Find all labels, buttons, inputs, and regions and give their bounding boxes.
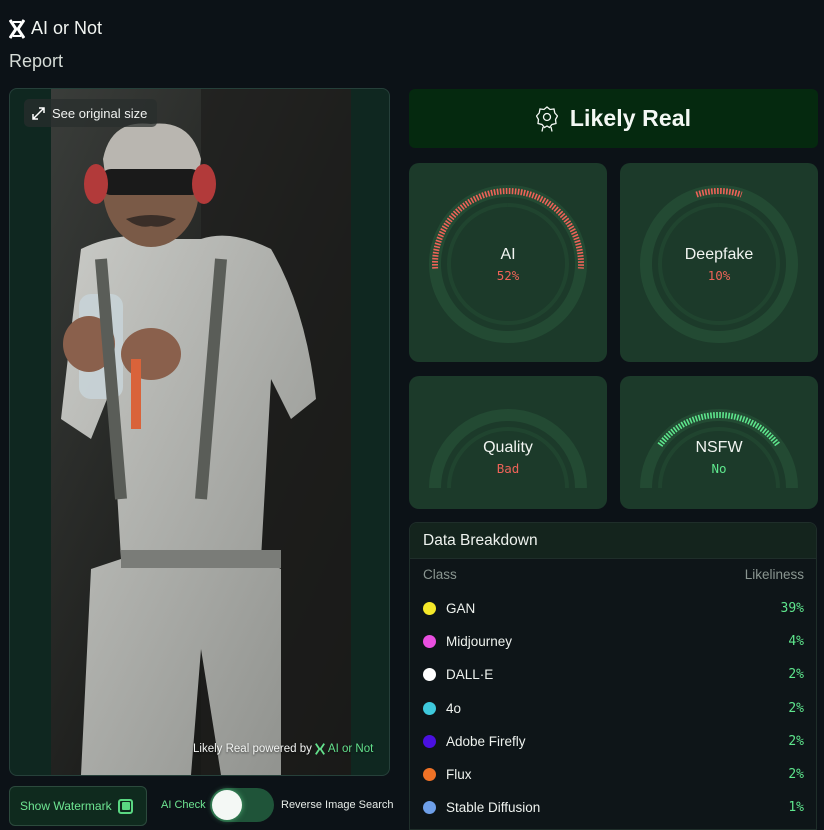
- class-likeliness: 1%: [788, 800, 804, 816]
- watermark-brand: AI or Not: [314, 743, 374, 755]
- gauge-card-ai: AI 52%: [409, 163, 607, 362]
- watermark-brand-name: AI or Not: [327, 743, 374, 755]
- gauge-title: AI: [500, 246, 516, 263]
- mode-toggle-switch[interactable]: [210, 788, 274, 822]
- brand-name: AI or Not: [31, 18, 103, 38]
- gauge-value: No: [711, 461, 727, 476]
- gauge-track: [429, 185, 587, 343]
- breakdown-row: Stable Diffusion 1%: [410, 791, 816, 824]
- breakdown-rows: GAN 39% Midjourney 4% DALL·E 2% 4o 2% Ad…: [410, 592, 816, 824]
- gauge-title: Deepfake: [684, 246, 754, 263]
- class-name: Adobe Firefly: [446, 733, 526, 749]
- gauge-title: Quality: [483, 439, 533, 456]
- award-badge-icon: [535, 105, 558, 132]
- verdict-label: Likely Real: [569, 105, 692, 131]
- gauge-inner-ring: [447, 203, 569, 325]
- class-name: Stable Diffusion: [446, 800, 541, 816]
- class-color-dot: [423, 801, 436, 815]
- class-color-dot: [423, 701, 436, 715]
- toggle-knob[interactable]: [212, 790, 242, 820]
- class-name: Flux: [446, 767, 472, 783]
- class-likeliness: 39%: [780, 601, 804, 617]
- class-color-dot: [423, 602, 436, 616]
- gauge-card-quality: Quality Bad: [409, 376, 607, 509]
- verdict-banner: Likely Real: [409, 89, 818, 148]
- class-color-dot: [423, 668, 436, 682]
- expand-icon: [32, 106, 45, 120]
- gauge-card-deepfake: Deepfake 10%: [620, 163, 818, 362]
- class-likeliness: 2%: [788, 767, 804, 783]
- reverse-image-search-label: Reverse Image Search: [281, 799, 394, 811]
- see-original-label: See original size: [52, 105, 148, 121]
- data-breakdown-panel: Data Breakdown Class Likeliness GAN 39% …: [409, 522, 817, 830]
- gauge-inner-ring: [658, 203, 780, 325]
- analyzed-photo: [51, 89, 351, 775]
- gauge-track: [640, 185, 798, 343]
- class-column-header: Class: [423, 567, 457, 582]
- class-likeliness: 2%: [788, 733, 804, 749]
- likeliness-column-header: Likeliness: [744, 567, 804, 582]
- data-breakdown-title: Data Breakdown: [410, 523, 816, 559]
- gauge-title: NSFW: [695, 439, 743, 456]
- breakdown-row: DALL·E 2%: [410, 658, 816, 691]
- show-watermark-label: Show Watermark: [20, 799, 112, 813]
- class-name: Midjourney: [446, 634, 513, 650]
- checkbox-mark: [121, 802, 130, 810]
- watermark: Likely Real powered by AI or Not: [193, 743, 373, 755]
- breakdown-row: Flux 2%: [410, 758, 816, 791]
- gauge-card-nsfw: NSFW No: [620, 376, 818, 509]
- class-name: DALL·E: [446, 667, 494, 683]
- ai-check-label: AI Check: [161, 799, 206, 811]
- page-title: Report: [9, 51, 64, 71]
- gauge-value: 10%: [707, 268, 731, 283]
- breakdown-row: Midjourney 4%: [410, 625, 816, 658]
- class-likeliness: 4%: [788, 634, 804, 650]
- gauge-value: Bad: [496, 461, 520, 476]
- gauge-inner-ring: [658, 427, 780, 489]
- ai-or-not-small-logo-icon: [314, 743, 325, 755]
- class-color-dot: [423, 635, 436, 649]
- gauge-value: 52%: [496, 268, 520, 283]
- breakdown-row: 4o 2%: [410, 692, 816, 725]
- class-color-dot: [423, 734, 436, 748]
- class-likeliness: 2%: [788, 700, 804, 716]
- see-original-size-button[interactable]: See original size: [24, 99, 158, 127]
- class-name: GAN: [446, 601, 476, 617]
- breakdown-row: Adobe Firefly 2%: [410, 725, 816, 758]
- watermark-text: Likely Real powered by: [193, 743, 312, 755]
- ai-or-not-logo-icon: [9, 18, 25, 39]
- image-panel: See original size Likely Real powered by…: [9, 88, 390, 776]
- gauge-inner-ring: [447, 427, 569, 489]
- class-likeliness: 2%: [788, 667, 804, 683]
- show-watermark-toggle[interactable]: Show Watermark: [9, 786, 147, 826]
- breakdown-column-headers: Class Likeliness: [410, 567, 816, 582]
- class-color-dot: [423, 768, 436, 782]
- show-watermark-checkbox[interactable]: [118, 798, 133, 814]
- class-name: 4o: [446, 700, 462, 716]
- breakdown-row: GAN 39%: [410, 592, 816, 625]
- brand[interactable]: AI or Not: [9, 18, 102, 39]
